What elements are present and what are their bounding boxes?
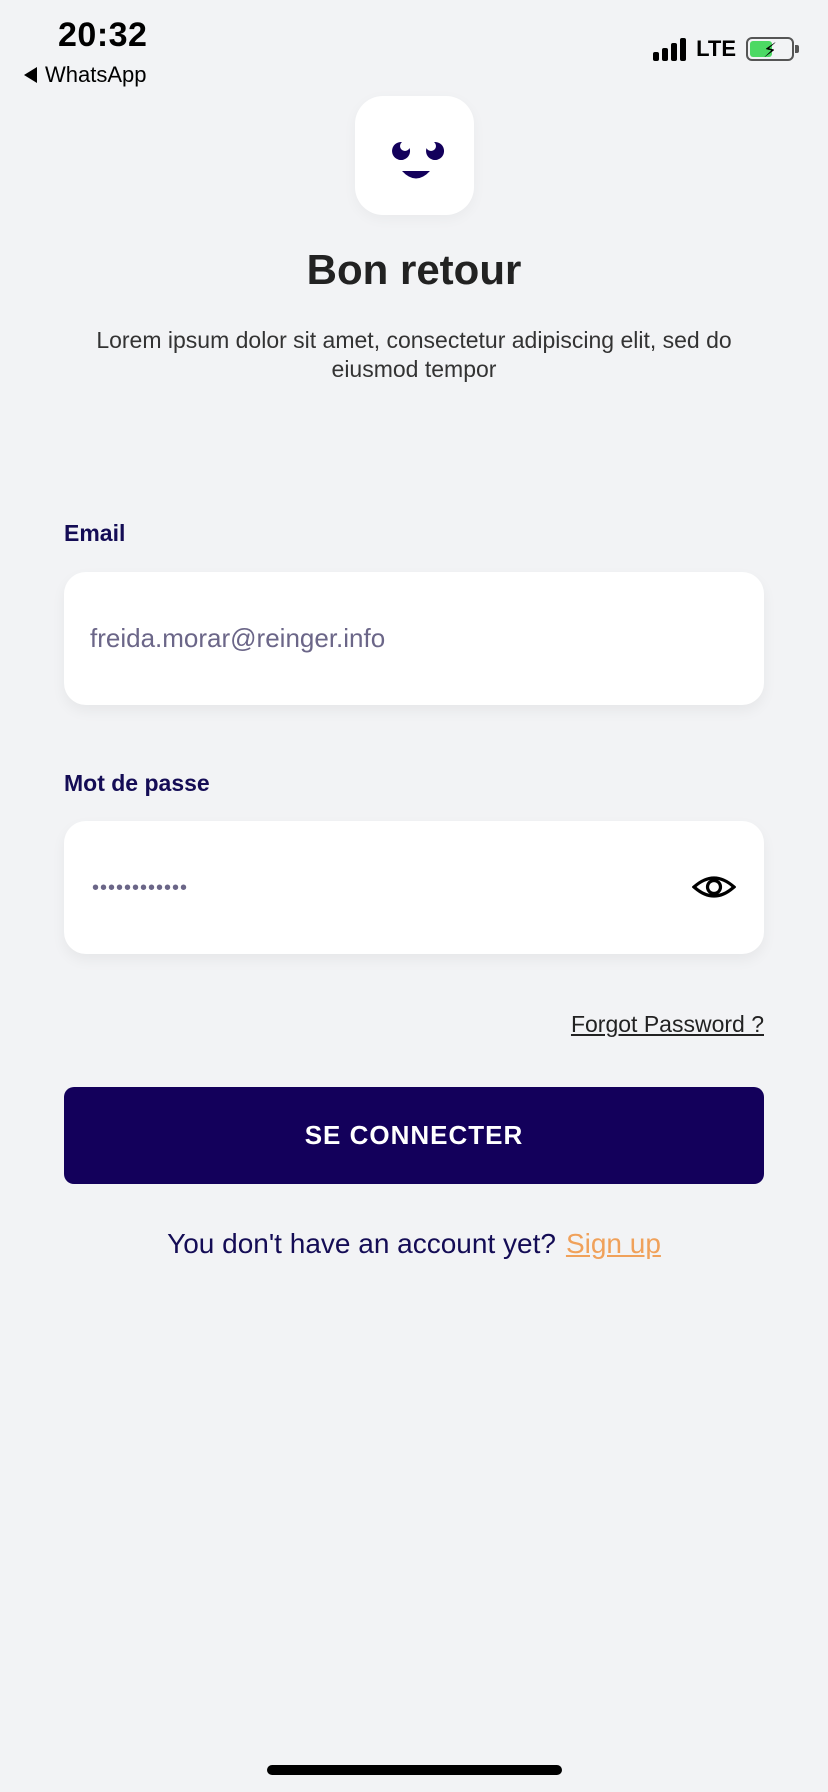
signup-prompt-row: You don't have an account yet? Sign up [0,1228,828,1260]
back-to-app-button[interactable]: WhatsApp [24,62,147,88]
app-logo [355,96,474,215]
email-label: Email [64,520,126,546]
battery-icon: ⚡ [746,37,799,62]
status-time: 20:32 [58,16,148,54]
password-field[interactable]: •••••••••••• [64,821,764,954]
login-button[interactable]: SE CONNECTER [64,1087,764,1184]
forgot-password-link[interactable]: Forgot Password ? [571,1011,764,1038]
back-arrow-icon [24,67,37,83]
email-field-container [64,572,764,705]
charging-bolt-icon: ⚡ [763,40,778,62]
eye-icon[interactable] [692,867,736,907]
status-indicators: LTE ⚡ [653,36,799,62]
page-title: Bon retour [306,246,522,293]
password-masked-value: •••••••••••• [92,877,189,899]
signup-link[interactable]: Sign up [566,1228,661,1259]
login-screen: 20:32 WhatsApp LTE ⚡ Bon retour Lorem ip… [0,0,828,1792]
home-indicator[interactable] [267,1765,562,1775]
smiley-face-icon [392,141,445,179]
page-subtitle: Lorem ipsum dolor sit amet, consectetur … [96,327,732,382]
email-field[interactable] [90,572,690,705]
network-type: LTE [696,36,736,61]
password-label: Mot de passe [64,770,210,796]
signup-prompt-text: You don't have an account yet? [167,1228,556,1259]
back-app-label: WhatsApp [45,62,147,87]
cellular-signal-icon [653,37,687,61]
